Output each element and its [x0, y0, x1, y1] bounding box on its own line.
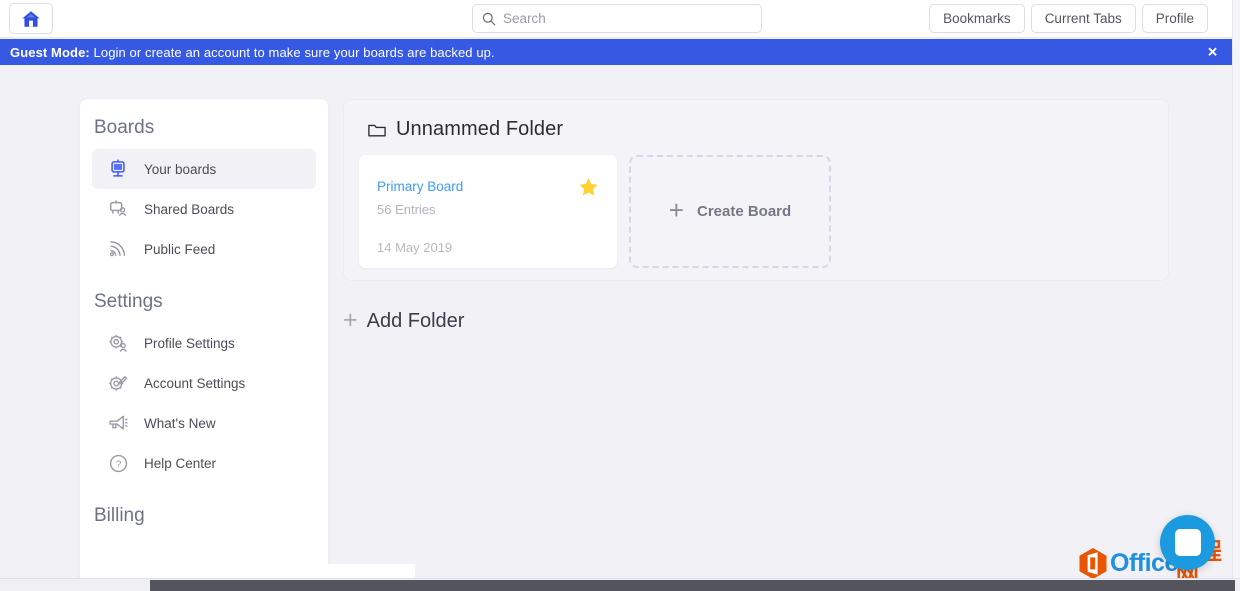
- folder-title-text: Unnammed Folder: [396, 118, 564, 140]
- gear-person-icon: [106, 332, 130, 354]
- horizontal-scrollbar[interactable]: [0, 578, 1240, 591]
- sidebar-item-whats-new[interactable]: What's New: [92, 403, 316, 443]
- sidebar-item-account-settings[interactable]: Account Settings: [92, 363, 316, 403]
- megaphone-icon: [106, 412, 130, 434]
- chat-bubble-icon[interactable]: [1160, 515, 1215, 570]
- create-board-label: Create Board: [696, 203, 792, 220]
- sidebar-item-label: Shared Boards: [144, 201, 235, 217]
- sidebar-heading-settings: Settings: [94, 291, 163, 312]
- sidebar-item-your-boards[interactable]: Your boards: [92, 149, 316, 189]
- office-logo-icon: [1078, 547, 1108, 580]
- sidebar: Boards Your boards Shared Boards Public …: [80, 99, 328, 591]
- top-bar: Bookmarks Current Tabs Profile: [0, 0, 1232, 38]
- rss-feed-icon: [106, 238, 130, 260]
- sidebar-item-label: Your boards: [144, 161, 217, 177]
- sidebar-item-profile-settings[interactable]: Profile Settings: [92, 323, 316, 363]
- sidebar-item-shared-boards[interactable]: Shared Boards: [92, 189, 316, 229]
- board-name[interactable]: Primary Board: [377, 179, 463, 194]
- boards-row: Primary Board 56 Entries 14 May 2019 + C…: [344, 141, 1168, 268]
- create-board-inner: + Create Board: [668, 195, 792, 225]
- sidebar-heading-billing: Billing: [94, 505, 145, 526]
- profile-button[interactable]: Profile: [1141, 4, 1208, 33]
- page-bottom-strip: [100, 564, 415, 578]
- app-root: Bookmarks Current Tabs Profile Guest Mod…: [0, 0, 1240, 591]
- top-bar-buttons: Bookmarks Current Tabs Profile: [929, 4, 1208, 33]
- sidebar-item-help-center[interactable]: ? Help Center: [92, 443, 316, 483]
- svg-text:?: ?: [115, 459, 121, 470]
- chat-square-glyph: [1174, 529, 1201, 556]
- plus-icon: +: [343, 306, 358, 334]
- board-entries: 56 Entries: [377, 202, 436, 217]
- close-icon[interactable]: ✕: [1207, 46, 1218, 59]
- sidebar-item-label: Profile Settings: [144, 335, 235, 351]
- banner-message: Login or create an account to make sure …: [89, 44, 495, 60]
- board-card[interactable]: Primary Board 56 Entries 14 May 2019: [359, 155, 617, 268]
- sidebar-item-label: Help Center: [144, 455, 217, 471]
- banner-text: Guest Mode: Login or create an account t…: [10, 45, 495, 60]
- folder-panel: Unnammed Folder Primary Board 56 Entries…: [343, 99, 1169, 281]
- plus-icon: +: [668, 195, 684, 225]
- board-date: 14 May 2019: [377, 240, 453, 255]
- shared-board-icon: [106, 198, 130, 220]
- horizontal-scrollbar-thumb[interactable]: [150, 580, 1235, 591]
- home-button[interactable]: [9, 3, 53, 34]
- add-folder-button[interactable]: + Add Folder: [343, 306, 465, 334]
- home-icon: [21, 10, 41, 28]
- folder-header: Unnammed Folder: [344, 100, 1168, 141]
- bookmarks-button[interactable]: Bookmarks: [929, 4, 1025, 33]
- sidebar-item-public-feed[interactable]: Public Feed: [92, 229, 316, 269]
- sidebar-item-label: Public Feed: [144, 241, 216, 257]
- guest-mode-banner: Guest Mode: Login or create an account t…: [0, 39, 1232, 65]
- add-folder-label: Add Folder: [366, 310, 465, 332]
- sidebar-heading-boards: Boards: [94, 117, 155, 138]
- star-icon[interactable]: [578, 177, 599, 202]
- sidebar-item-label: Account Settings: [144, 375, 246, 391]
- search-icon: [481, 11, 496, 26]
- create-board-button[interactable]: + Create Board: [629, 155, 831, 268]
- search-box[interactable]: [472, 4, 762, 33]
- vertical-scrollbar[interactable]: [1232, 0, 1240, 578]
- sidebar-item-label: What's New: [144, 415, 216, 431]
- folder-icon: [368, 122, 386, 138]
- gear-pencil-icon: [106, 372, 130, 394]
- current-tabs-button[interactable]: Current Tabs: [1030, 4, 1136, 33]
- board-easel-icon: [106, 158, 130, 180]
- search-input[interactable]: [503, 11, 743, 26]
- banner-label: Guest Mode:: [10, 44, 90, 60]
- question-circle-icon: ?: [106, 452, 130, 474]
